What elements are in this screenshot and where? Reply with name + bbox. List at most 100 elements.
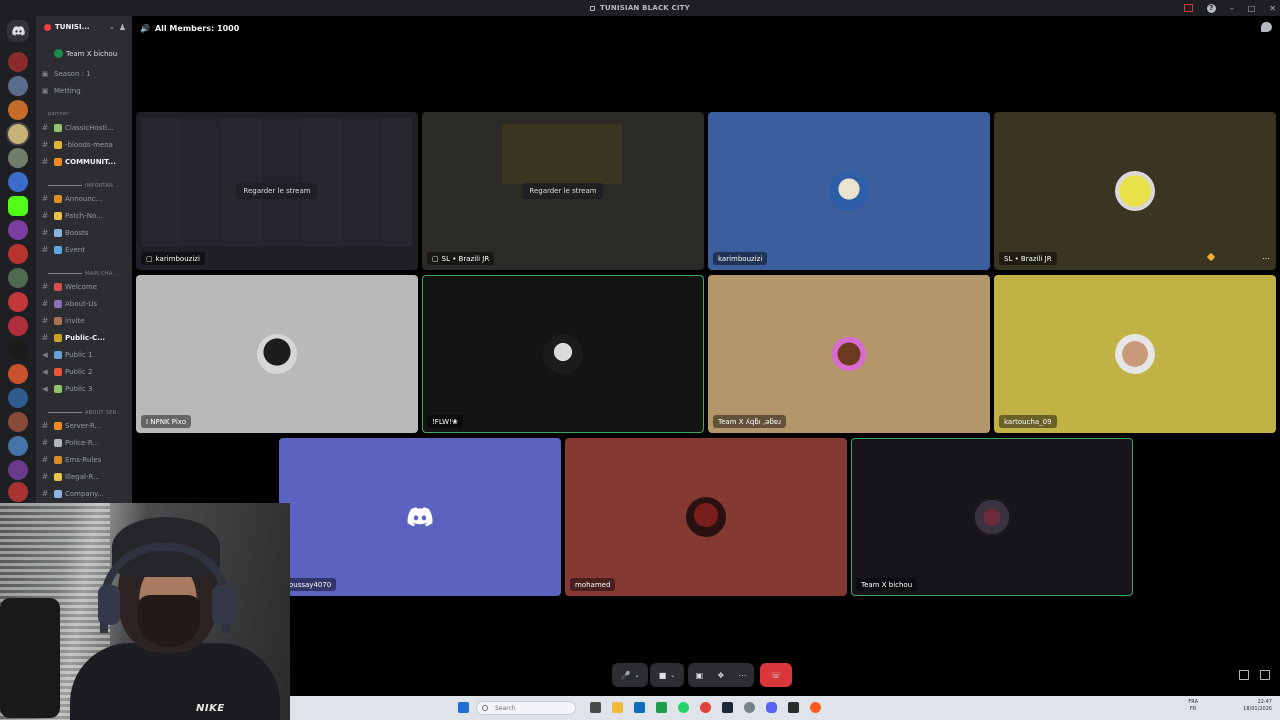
app-icon[interactable] [634, 702, 645, 713]
voice-user[interactable]: Team X bichou [54, 46, 132, 61]
locked-channel-item[interactable]: ▣ Metting [36, 83, 132, 98]
channel-category[interactable]: partner [36, 106, 132, 121]
channel-item[interactable]: # Company... [36, 486, 132, 501]
channel-item[interactable]: # Welcome [36, 279, 132, 294]
fullscreen-icon[interactable] [1260, 670, 1270, 680]
server-icon[interactable] [8, 364, 28, 384]
discord-home-button[interactable] [7, 20, 29, 42]
channel-label: Ems-Rules [65, 455, 102, 464]
channel-label: MAIN CHA... [85, 270, 119, 277]
channel-label: Patch-No... [65, 211, 103, 220]
windows-start-icon[interactable] [458, 702, 469, 713]
steam-icon[interactable] [722, 702, 733, 713]
screen-share-button[interactable]: ▣ [696, 671, 704, 680]
add-member-icon[interactable]: ♟ [119, 23, 126, 32]
watch-stream-button[interactable]: Regarder le stream [522, 183, 604, 199]
server-icon[interactable] [8, 340, 28, 360]
more-options-icon[interactable]: ⋯ [1262, 254, 1270, 263]
voice-channel-item[interactable]: ◀ Public 1 [36, 347, 132, 362]
participant-tile[interactable]: Regarder le stream ▢ karimbouzizi [136, 112, 418, 270]
kick-server-icon[interactable] [8, 196, 28, 216]
system-clock[interactable]: 22:47 18/01/2026 [1243, 699, 1272, 713]
watch-stream-button[interactable]: Regarder le stream [236, 183, 318, 199]
channel-item[interactable]: # Server-R... [36, 418, 132, 433]
server-icon[interactable] [8, 220, 28, 240]
chevron-down-icon[interactable]: ⌄ [670, 672, 675, 679]
chevron-down-icon[interactable]: ⌄ [634, 672, 639, 679]
participant-tile[interactable]: oussay4070 [279, 438, 561, 596]
participant-tile[interactable]: Regarder le stream ▢ SL • Brazili JR [422, 112, 704, 270]
participant-tile[interactable]: I NPNK Pixo [136, 275, 418, 433]
microphone-button[interactable]: 🎤 ⌄ [612, 663, 648, 687]
server-icon[interactable] [8, 388, 28, 408]
obs-icon[interactable] [810, 702, 821, 713]
disconnect-button[interactable]: ☏ [760, 663, 792, 687]
language-indicator[interactable]: FRA FR [1188, 699, 1198, 713]
channel-item[interactable]: # ClassicHosti... [36, 120, 132, 135]
server-icon[interactable] [8, 100, 28, 120]
channel-item[interactable]: # Announc... [36, 191, 132, 206]
task-view-icon[interactable] [590, 702, 601, 713]
channel-item[interactable]: # Patch-No... [36, 208, 132, 223]
server-icon[interactable] [8, 172, 28, 192]
server-icon[interactable] [8, 244, 28, 264]
channel-item[interactable]: # Illegal-R... [36, 469, 132, 484]
file-explorer-icon[interactable] [612, 702, 623, 713]
channel-emoji-icon [54, 194, 62, 203]
stream-preview [502, 124, 622, 184]
channel-item[interactable]: # Ems-Rules [36, 452, 132, 467]
close-button[interactable]: ✕ [1269, 4, 1276, 13]
participant-tile[interactable]: kartoucha_09 [994, 275, 1276, 433]
channel-item[interactable]: # Event [36, 242, 132, 257]
taskbar-search[interactable]: Search [476, 701, 576, 715]
help-icon[interactable]: ? [1206, 3, 1216, 13]
participant-tile[interactable]: Team X ʎqƃı ,ǝƃɐɹ [708, 275, 990, 433]
channel-item[interactable]: # invite [36, 313, 132, 328]
server-icon[interactable] [8, 52, 28, 72]
channel-item[interactable]: # Police-R... [36, 435, 132, 450]
server-icon[interactable] [8, 412, 28, 432]
server-icon[interactable] [8, 460, 28, 480]
server-icon[interactable] [8, 292, 28, 312]
channel-label: partner [48, 110, 69, 117]
chat-icon[interactable] [1261, 22, 1272, 32]
popout-icon[interactable] [1239, 670, 1249, 680]
app-icon[interactable] [656, 702, 667, 713]
server-icon[interactable] [8, 148, 28, 168]
participant-tile-speaking[interactable]: Team X bichou [851, 438, 1133, 596]
server-icon[interactable] [8, 482, 28, 502]
server-icon[interactable] [8, 268, 28, 288]
voice-channel-item[interactable]: ◀ Public 3 [36, 381, 132, 396]
discord-icon[interactable] [766, 702, 777, 713]
app-icon[interactable] [788, 702, 799, 713]
maximize-button[interactable]: □ [1248, 4, 1256, 13]
server-icon[interactable] [8, 436, 28, 456]
channel-item[interactable]: # -bloods-mena [36, 137, 132, 152]
activities-button[interactable]: ❖ [717, 671, 724, 680]
minimize-button[interactable]: – [1230, 4, 1234, 13]
participant-tile-speaking[interactable]: !FLW!❀ [422, 275, 704, 433]
server-icon[interactable] [8, 316, 28, 336]
chrome-icon[interactable] [700, 702, 711, 713]
voice-channel-item[interactable]: ◀ Public 2 [36, 364, 132, 379]
server-icon-active[interactable] [8, 124, 28, 144]
locked-channel-item[interactable]: ▣ Season : 1 [36, 66, 132, 81]
camera-button[interactable]: ■ ⌄ [650, 663, 684, 687]
channel-item[interactable]: # Public-C... [36, 330, 132, 345]
channel-item[interactable]: # About-Us [36, 296, 132, 311]
server-header[interactable]: TUNISI... ⌄ ♟ [36, 16, 132, 38]
server-icon[interactable] [8, 76, 28, 96]
participant-name: oussay4070 [284, 578, 337, 591]
channel-emoji-icon [54, 211, 62, 220]
settings-icon[interactable] [744, 702, 755, 713]
participant-tile[interactable]: mohamed [565, 438, 847, 596]
channel-item[interactable]: # Boosts [36, 225, 132, 240]
participant-tile[interactable]: SL • Brazili JR ⋯ [994, 112, 1276, 270]
channel-label: Company... [65, 489, 104, 498]
more-button[interactable]: ⋯ [738, 671, 746, 680]
participant-tile[interactable]: karimbouzizi [708, 112, 990, 270]
whatsapp-icon[interactable] [678, 702, 689, 713]
inbox-icon[interactable] [1183, 4, 1193, 12]
channel-item[interactable]: # COMMUNIT... [36, 154, 132, 169]
camera-icon: ■ [658, 670, 667, 680]
